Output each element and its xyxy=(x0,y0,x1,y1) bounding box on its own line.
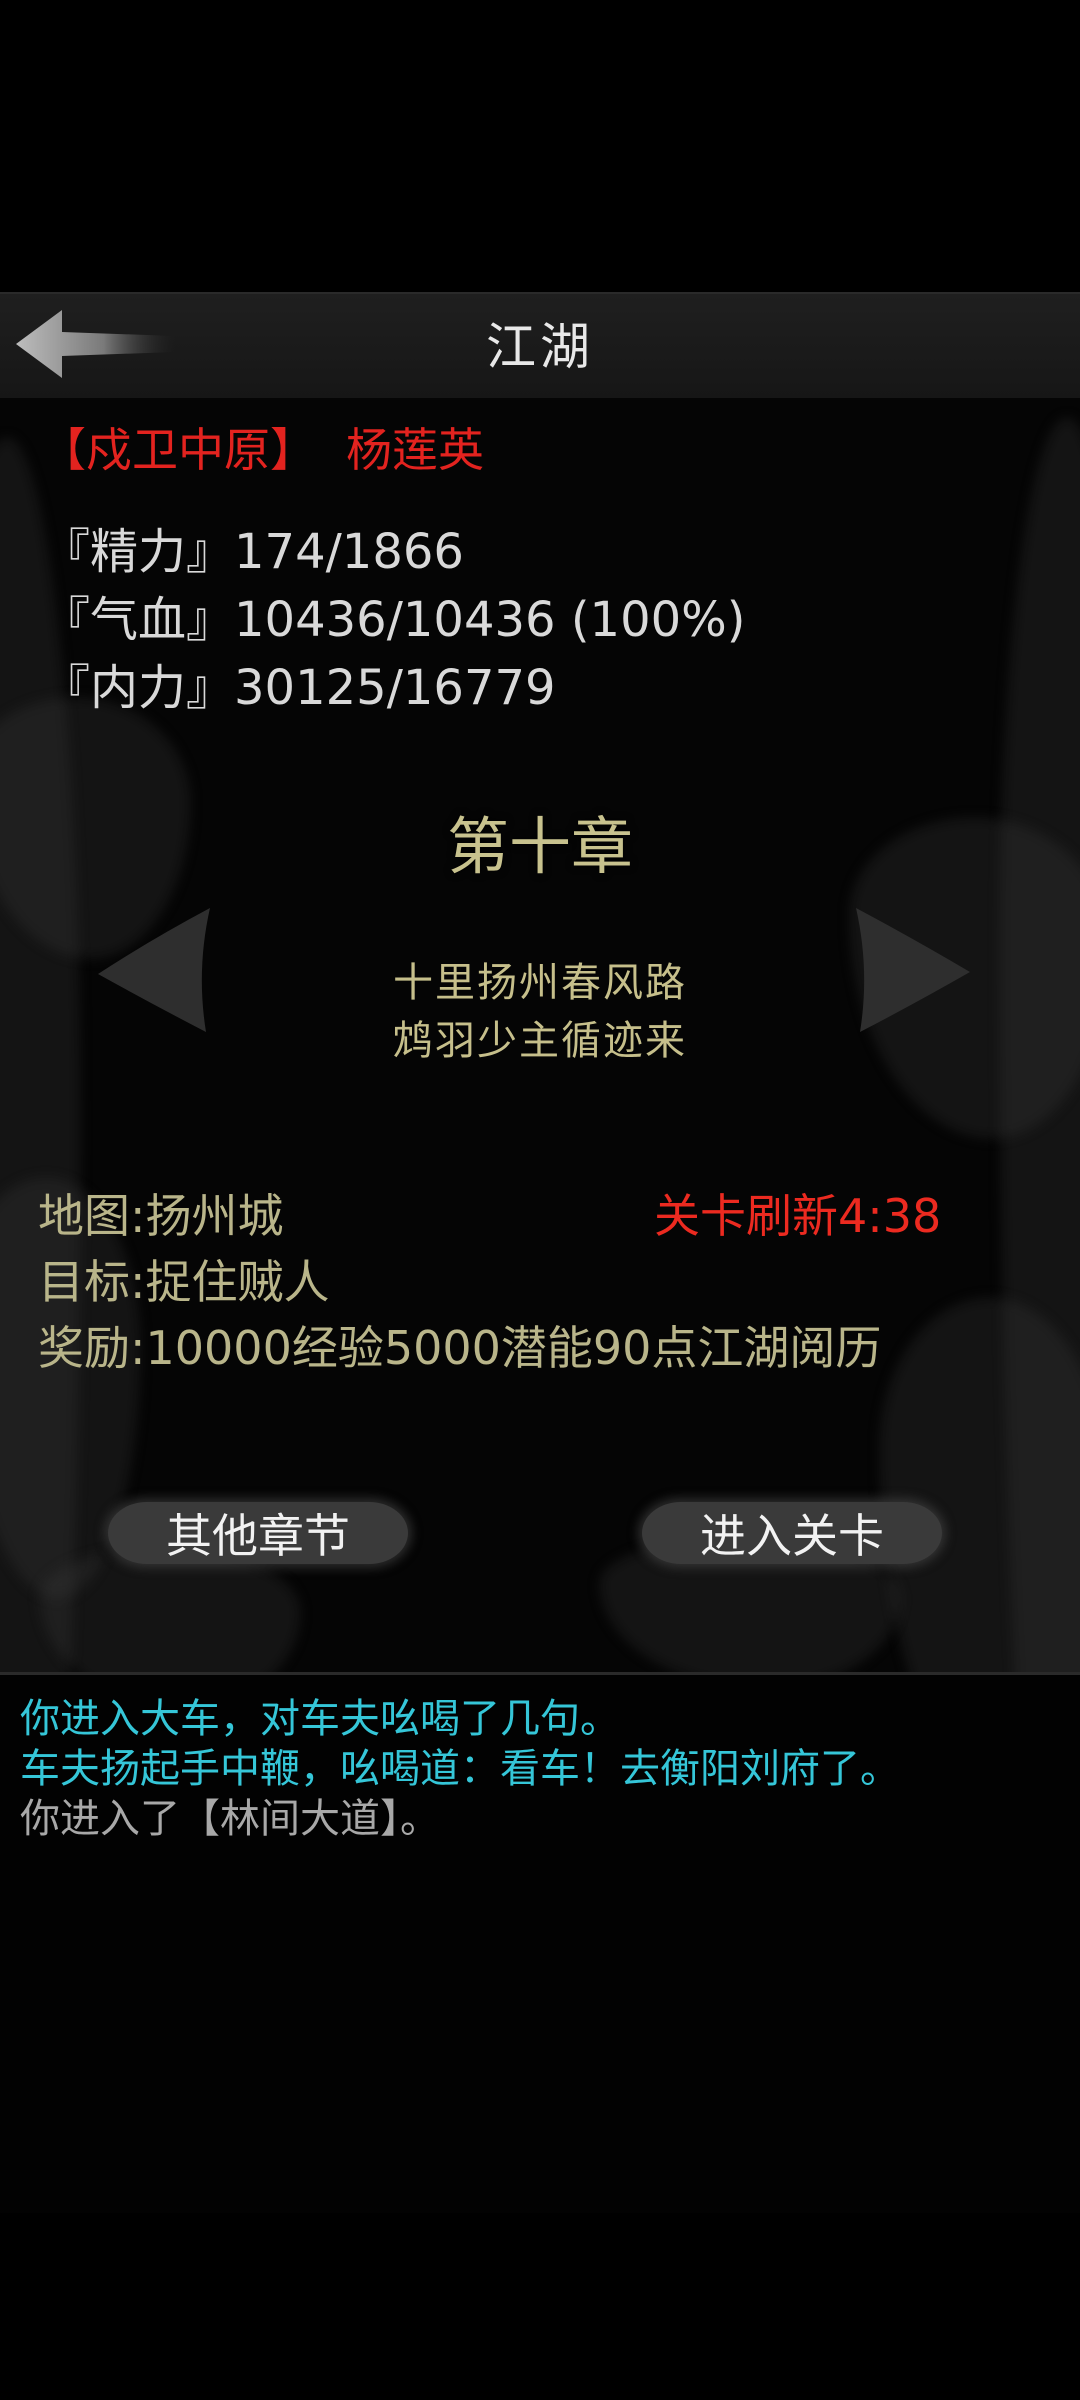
log-line: 你进入了【林间大道】。 xyxy=(20,1796,440,1842)
stage-refresh-timer: 关卡刷新4:38 xyxy=(654,1189,942,1243)
chapter-verse-2: 鸩羽少主循迹来 xyxy=(393,1018,687,1064)
hero-title: 【戍卫中原】 杨莲英 xyxy=(40,414,514,480)
stat-energy: 『精力』174/1866 xyxy=(42,524,464,580)
enter-stage-button[interactable]: 进入关卡 xyxy=(642,1488,942,1578)
top-bar: 江湖 xyxy=(0,292,1080,403)
stat-health: 『气血』10436/10436 (100%) xyxy=(42,592,746,648)
back-arrow-icon xyxy=(16,310,175,378)
chapter-verse-1: 十里扬州春风路 xyxy=(393,960,687,1006)
stage-goal: 目标:捉住贼人 xyxy=(38,1255,330,1309)
stage-reward: 奖励:10000经验5000潜能90点江湖阅历 xyxy=(38,1321,882,1375)
back-button[interactable] xyxy=(10,302,180,386)
hero-name: 杨莲英 xyxy=(346,423,484,477)
enter-stage-label: 进入关卡 xyxy=(700,1509,884,1563)
stat-inner-power: 『内力』30125/16779 xyxy=(42,660,556,716)
other-chapters-button[interactable]: 其他章节 xyxy=(108,1488,408,1578)
other-chapters-label: 其他章节 xyxy=(166,1509,350,1563)
stage-map: 地图:扬州城 xyxy=(38,1189,284,1243)
chapter-title: 第十章 xyxy=(446,810,633,883)
hero-faction: 【戍卫中原】 xyxy=(40,423,316,477)
